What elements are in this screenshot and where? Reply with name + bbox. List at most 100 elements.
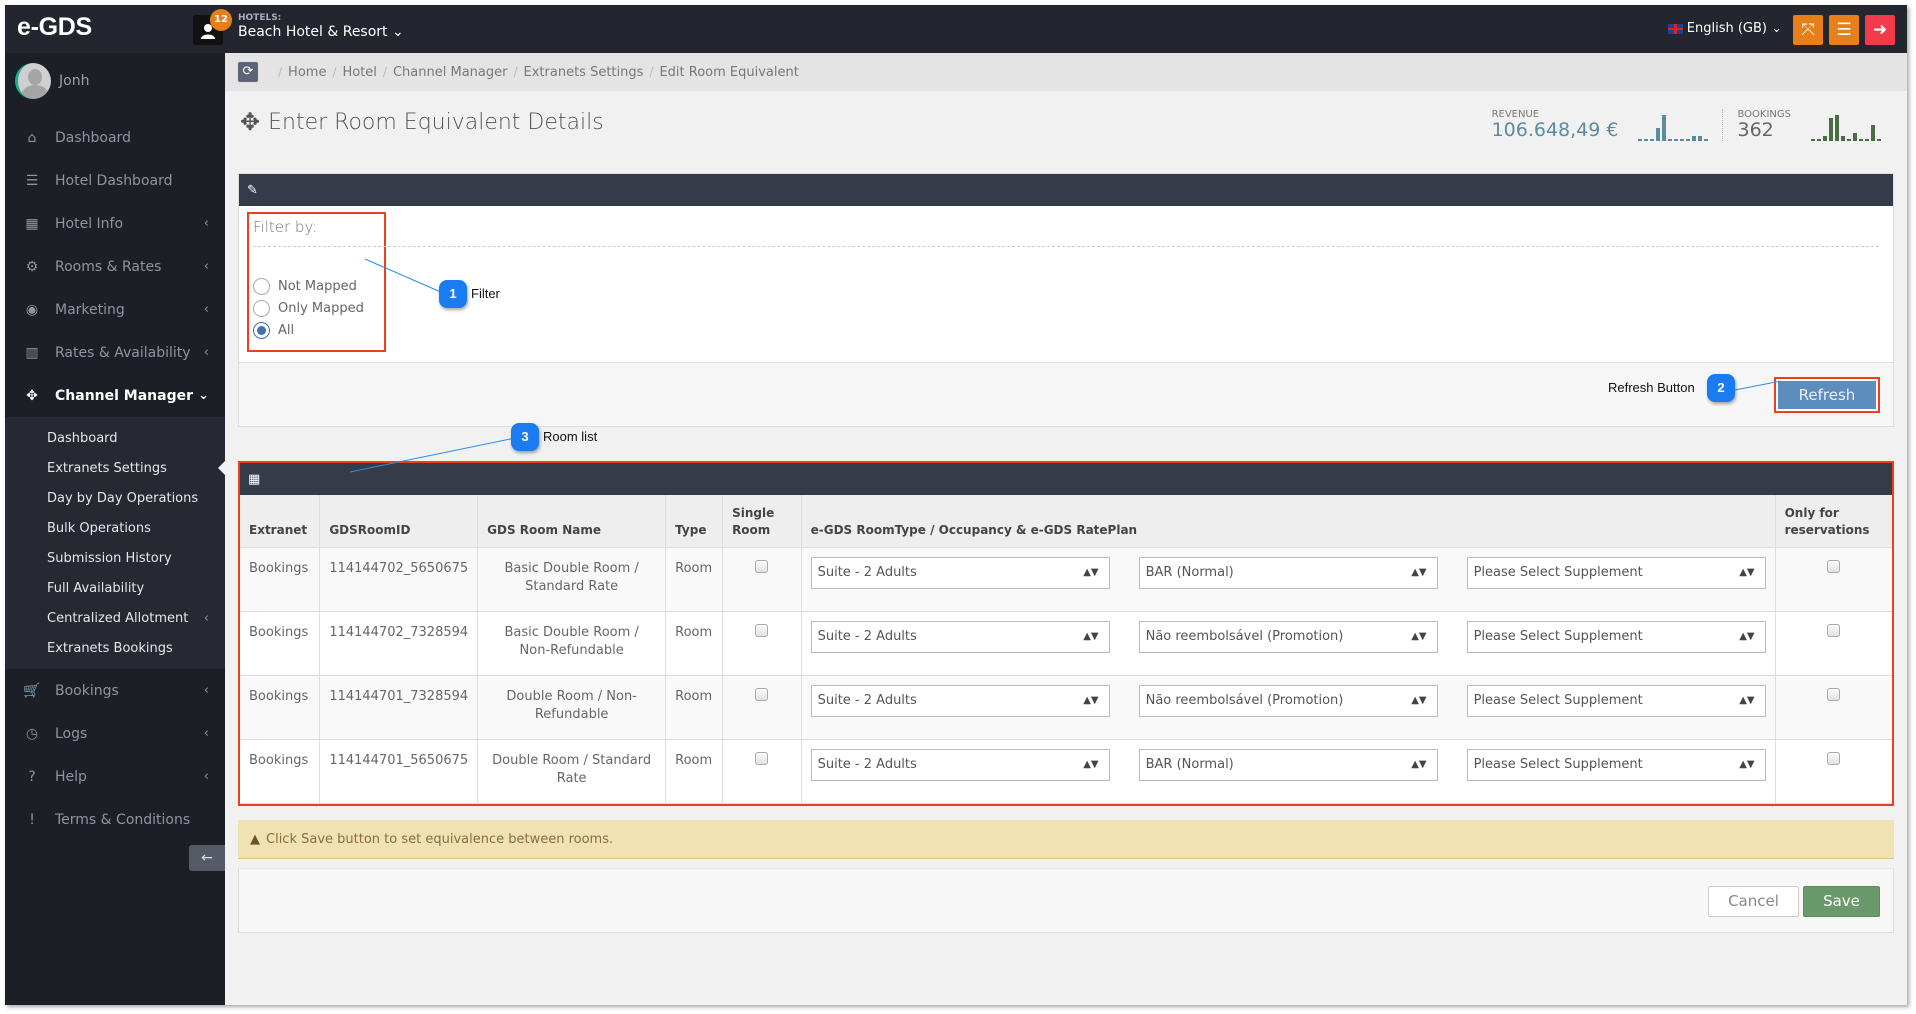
cell-only-reservations bbox=[1775, 547, 1892, 612]
sparkline-bar bbox=[1853, 133, 1857, 141]
refresh-button[interactable]: Refresh bbox=[1774, 377, 1880, 413]
sidebar-item-bookings[interactable]: 🛒 Bookings ‹ bbox=[5, 669, 225, 712]
hotel-selector[interactable]: HOTELS: Beach Hotel & Resort ⌄ bbox=[238, 13, 404, 40]
cell-room-name: Basic Double Room / Non-Refundable bbox=[477, 611, 667, 676]
select-value: BAR (Normal) bbox=[1145, 564, 1234, 580]
rate-plan-select[interactable]: BAR (Normal) ▲▼ bbox=[1138, 748, 1438, 781]
sidebar-item-rooms-rates[interactable]: ⚙ Rooms & Rates ‹ bbox=[5, 245, 225, 288]
only-reservations-checkbox[interactable] bbox=[1827, 751, 1841, 765]
subnav-submission-history[interactable]: Submission History bbox=[5, 543, 225, 573]
radio-only-mapped[interactable] bbox=[253, 300, 270, 317]
cell-room-id: 114144701_5650675 bbox=[319, 739, 479, 804]
subnav-bulk-operations[interactable]: Bulk Operations bbox=[5, 513, 225, 543]
cell-room-name: Basic Double Room / Standard Rate bbox=[477, 547, 667, 612]
sidebar-item-label: Help bbox=[55, 768, 87, 785]
breadcrumb-home[interactable]: Home bbox=[288, 65, 326, 80]
rate-plan-select[interactable]: BAR (Normal) ▲▼ bbox=[1138, 556, 1438, 589]
supplement-select[interactable]: Please Select Supplement ▲▼ bbox=[1466, 748, 1766, 781]
clock-icon: ◷ bbox=[25, 725, 39, 742]
user-profile[interactable]: Jonh bbox=[15, 63, 89, 99]
notifications-button[interactable]: 12 bbox=[193, 9, 232, 45]
select-value: Não reembolsável (Promotion) bbox=[1145, 628, 1344, 644]
filter-option-only-mapped[interactable]: Only Mapped bbox=[253, 300, 364, 317]
sign-out-icon: ➜ bbox=[1872, 20, 1888, 40]
rate-plan-select[interactable]: Não reembolsável (Promotion) ▲▼ bbox=[1138, 684, 1438, 717]
select-value: Não reembolsável (Promotion) bbox=[1145, 692, 1344, 708]
save-button[interactable]: Save bbox=[1803, 886, 1880, 917]
subnav-extranets-bookings[interactable]: Extranets Bookings bbox=[5, 633, 225, 663]
select-value: Please Select Supplement bbox=[1473, 692, 1643, 708]
radio-not-mapped[interactable] bbox=[253, 278, 270, 295]
subnav-dashboard[interactable]: Dashboard bbox=[5, 423, 225, 453]
room-type-select[interactable]: Suite - 2 Adults ▲▼ bbox=[810, 556, 1110, 589]
sidebar-item-dashboard[interactable]: ⌂ Dashboard bbox=[5, 116, 225, 159]
refresh-page-button[interactable]: ⟳ bbox=[238, 62, 258, 82]
sort-arrows-icon: ▲▼ bbox=[1083, 758, 1099, 770]
sidebar-item-hotel-info[interactable]: ▦ Hotel Info ‹ bbox=[5, 202, 225, 245]
table-header-row: Extranet GDSRoomID GDS Room Name Type Si… bbox=[240, 495, 1892, 548]
breadcrumb-separator: / bbox=[382, 65, 387, 79]
callout-label-refresh: Refresh Button bbox=[1608, 380, 1695, 395]
sparkline-bar bbox=[1877, 139, 1881, 141]
select-value: Please Select Supplement bbox=[1473, 756, 1643, 772]
select-value: Suite - 2 Adults bbox=[817, 628, 917, 644]
filter-option-not-mapped[interactable]: Not Mapped bbox=[253, 278, 357, 295]
only-reservations-checkbox[interactable] bbox=[1827, 623, 1841, 637]
breadcrumb-channel-manager[interactable]: Channel Manager bbox=[393, 65, 508, 80]
supplement-select[interactable]: Please Select Supplement ▲▼ bbox=[1466, 556, 1766, 589]
subnav-day-by-day-operations[interactable]: Day by Day Operations bbox=[5, 483, 225, 513]
sparkline-bar bbox=[1847, 139, 1851, 141]
language-selector[interactable]: English (GB) ⌄ bbox=[1667, 21, 1782, 36]
subnav-extranets-settings[interactable]: Extranets Settings bbox=[5, 453, 225, 483]
cancel-button[interactable]: Cancel bbox=[1708, 886, 1799, 917]
chevron-left-icon: ‹ bbox=[203, 345, 209, 360]
expand-icon: ⤧ bbox=[1801, 20, 1815, 40]
chevron-left-icon: ‹ bbox=[203, 769, 209, 784]
logout-button[interactable]: ➜ bbox=[1865, 15, 1895, 45]
single-room-checkbox[interactable] bbox=[755, 751, 769, 765]
hotel-name-dropdown[interactable]: Beach Hotel & Resort ⌄ bbox=[238, 24, 404, 40]
subnav-centralized-allotment[interactable]: Centralized Allotment ‹ bbox=[5, 603, 225, 633]
cell-room-name: Double Room / Standard Rate bbox=[477, 739, 667, 804]
room-type-select[interactable]: Suite - 2 Adults ▲▼ bbox=[810, 748, 1110, 781]
cell-type: Room bbox=[665, 739, 724, 804]
cell-room-id: 114144701_7328594 bbox=[319, 675, 479, 740]
sidebar-item-rates-availability[interactable]: ▥ Rates & Availability ‹ bbox=[5, 331, 225, 374]
supplement-select[interactable]: Please Select Supplement ▲▼ bbox=[1466, 684, 1766, 717]
expand-button[interactable]: ⤧ bbox=[1793, 15, 1823, 45]
callout-badge-2: 2 bbox=[1707, 374, 1735, 402]
gears-icon: ⚙ bbox=[25, 258, 39, 275]
form-actions: Cancel Save bbox=[238, 868, 1894, 933]
only-reservations-checkbox[interactable] bbox=[1827, 559, 1841, 573]
breadcrumb-extranets-settings[interactable]: Extranets Settings bbox=[524, 65, 644, 80]
room-list-header: ▦ bbox=[240, 463, 1892, 495]
single-room-checkbox[interactable] bbox=[755, 623, 769, 637]
sidebar-item-logs[interactable]: ◷ Logs ‹ bbox=[5, 712, 225, 755]
select-value: Suite - 2 Adults bbox=[817, 756, 917, 772]
single-room-checkbox[interactable] bbox=[755, 559, 769, 573]
subnav-label: Day by Day Operations bbox=[47, 490, 199, 506]
breadcrumb-hotel[interactable]: Hotel bbox=[342, 65, 376, 80]
sidebar-item-help[interactable]: ? Help ‹ bbox=[5, 755, 225, 798]
rate-plan-select[interactable]: Não reembolsável (Promotion) ▲▼ bbox=[1138, 620, 1438, 653]
collapse-sidebar-button[interactable]: ← bbox=[189, 845, 225, 871]
sort-arrows-icon: ▲▼ bbox=[1411, 758, 1427, 770]
sidebar-item-hotel-dashboard[interactable]: ☰ Hotel Dashboard bbox=[5, 159, 225, 202]
subnav-full-availability[interactable]: Full Availability bbox=[5, 573, 225, 603]
filter-option-all[interactable]: All bbox=[253, 322, 294, 339]
sidebar-item-terms[interactable]: ! Terms & Conditions bbox=[5, 798, 225, 841]
cell-type: Room bbox=[665, 547, 724, 612]
sidebar-item-channel-manager[interactable]: ✥ Channel Manager ⌄ bbox=[5, 374, 225, 417]
cell-only-reservations bbox=[1775, 739, 1892, 804]
only-reservations-checkbox[interactable] bbox=[1827, 687, 1841, 701]
radio-all[interactable] bbox=[253, 322, 270, 339]
menu-button[interactable]: ☰ bbox=[1829, 15, 1859, 45]
room-type-select[interactable]: Suite - 2 Adults ▲▼ bbox=[810, 684, 1110, 717]
room-type-select[interactable]: Suite - 2 Adults ▲▼ bbox=[810, 620, 1110, 653]
arrow-circle-left-icon: ← bbox=[201, 850, 213, 866]
select-value: Suite - 2 Adults bbox=[817, 564, 917, 580]
sidebar-item-marketing[interactable]: ◉ Marketing ‹ bbox=[5, 288, 225, 331]
single-room-checkbox[interactable] bbox=[755, 687, 769, 701]
radio-label: Only Mapped bbox=[278, 301, 364, 316]
supplement-select[interactable]: Please Select Supplement ▲▼ bbox=[1466, 620, 1766, 653]
